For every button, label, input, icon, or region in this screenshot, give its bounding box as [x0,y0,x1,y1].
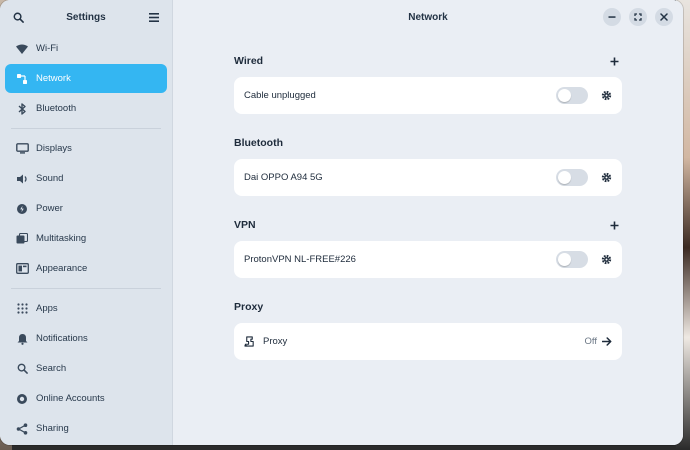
gear-icon [601,254,611,265]
toggle-knob [558,253,571,266]
toggle-knob [558,171,571,184]
bell-icon [15,332,29,346]
multitasking-icon [15,232,29,246]
sidebar: Settings Wi-Fi Network Bluetooth Display [0,0,173,445]
sidebar-item-label: Displays [36,143,72,154]
proxy-label: Proxy [263,336,288,347]
maximize-button[interactable] [629,8,647,26]
sidebar-item-label: Apps [36,303,58,314]
bluetooth-connection-row: Dai OPPO A94 5G [234,159,622,196]
sidebar-item-sound[interactable]: Sound [5,164,167,193]
sound-icon [15,172,29,186]
bluetooth-settings-button[interactable] [600,172,612,184]
arrow-right-icon [602,337,612,346]
wired-connection-row: Cable unplugged [234,77,622,114]
bluetooth-section: Bluetooth Dai OPPO A94 5G [234,133,622,196]
plus-icon [610,57,618,66]
search-icon [15,362,29,376]
sidebar-item-label: Online Accounts [36,393,105,404]
sidebar-item-search[interactable]: Search [5,354,167,383]
bluetooth-toggle[interactable] [556,169,588,186]
window-controls [603,8,673,26]
sidebar-item-label: Sharing [36,423,69,434]
apps-icon [15,302,29,316]
wired-section: Wired Cable unplugged [234,51,622,114]
minimize-icon [608,16,616,18]
close-icon [660,13,668,21]
sidebar-item-multitasking[interactable]: Multitasking [5,224,167,253]
sidebar-nav: Wi-Fi Network Bluetooth Displays Sound P… [0,34,172,443]
sidebar-item-label: Bluetooth [36,103,77,114]
wired-toggle[interactable] [556,87,588,104]
add-wired-button[interactable] [606,53,622,69]
sidebar-item-appearance[interactable]: Appearance [5,254,167,283]
appearance-icon [15,262,29,276]
sidebar-item-label: Multitasking [36,233,87,244]
sidebar-divider [11,128,161,129]
gear-icon [601,90,611,101]
proxy-status: Off [584,336,598,347]
minimize-button[interactable] [603,8,621,26]
sidebar-divider [11,288,161,289]
sidebar-item-network[interactable]: Network [5,64,167,93]
sidebar-item-label: Appearance [36,263,88,274]
search-icon [13,12,24,23]
display-icon [15,142,29,156]
proxy-section-title: Proxy [234,301,264,313]
gear-icon [601,172,611,183]
sidebar-header: Settings [0,0,172,34]
proxy-row[interactable]: Proxy Off [234,323,622,360]
menu-button[interactable] [146,9,162,25]
bluetooth-connection-label: Dai OPPO A94 5G [244,172,323,183]
toggle-knob [558,89,571,102]
sidebar-item-notifications[interactable]: Notifications [5,324,167,353]
vpn-connection-label: ProtonVPN NL-FREE#226 [244,254,356,265]
sidebar-item-label: Notifications [36,333,88,344]
sidebar-item-power[interactable]: Power [5,194,167,223]
close-button[interactable] [655,8,673,26]
proxy-icon [244,336,255,347]
share-icon [15,422,29,436]
wired-settings-button[interactable] [600,90,612,102]
wifi-icon [15,42,29,56]
settings-window: Settings Wi-Fi Network Bluetooth Display [0,0,683,445]
vpn-settings-button[interactable] [600,254,612,266]
vpn-section-title: VPN [234,219,256,231]
bluetooth-section-title: Bluetooth [234,137,283,149]
sidebar-item-label: Wi-Fi [36,43,59,54]
maximize-icon [634,13,642,21]
header-bar: Network [173,0,683,34]
network-icon [15,72,29,86]
vpn-toggle[interactable] [556,251,588,268]
bluetooth-icon [15,102,29,116]
sidebar-item-displays[interactable]: Displays [5,134,167,163]
sidebar-item-apps[interactable]: Apps [5,294,167,323]
sidebar-item-label: Sound [36,173,64,184]
sidebar-item-label: Power [36,203,63,214]
content-pane: Network Wired Cable unplugged Bluetooth [173,0,683,445]
sidebar-item-sharing[interactable]: Sharing [5,414,167,443]
hamburger-menu-icon [148,12,159,22]
online-accounts-icon [15,392,29,406]
sidebar-item-label: Network [36,73,71,84]
plus-icon [610,221,618,230]
sidebar-item-bluetooth[interactable]: Bluetooth [5,94,167,123]
sidebar-item-wifi[interactable]: Wi-Fi [5,34,167,63]
sidebar-item-label: Search [36,363,67,374]
sidebar-title: Settings [66,11,106,23]
wired-connection-label: Cable unplugged [244,90,316,101]
wired-section-title: Wired [234,55,264,67]
add-vpn-button[interactable] [606,217,622,233]
power-icon [15,202,29,216]
vpn-section: VPN ProtonVPN NL-FREE#226 [234,215,622,278]
page-title: Network [408,11,448,23]
vpn-connection-row: ProtonVPN NL-FREE#226 [234,241,622,278]
proxy-section: Proxy Proxy Off [234,297,622,360]
search-button[interactable] [10,9,26,25]
sidebar-item-online-accounts[interactable]: Online Accounts [5,384,167,413]
